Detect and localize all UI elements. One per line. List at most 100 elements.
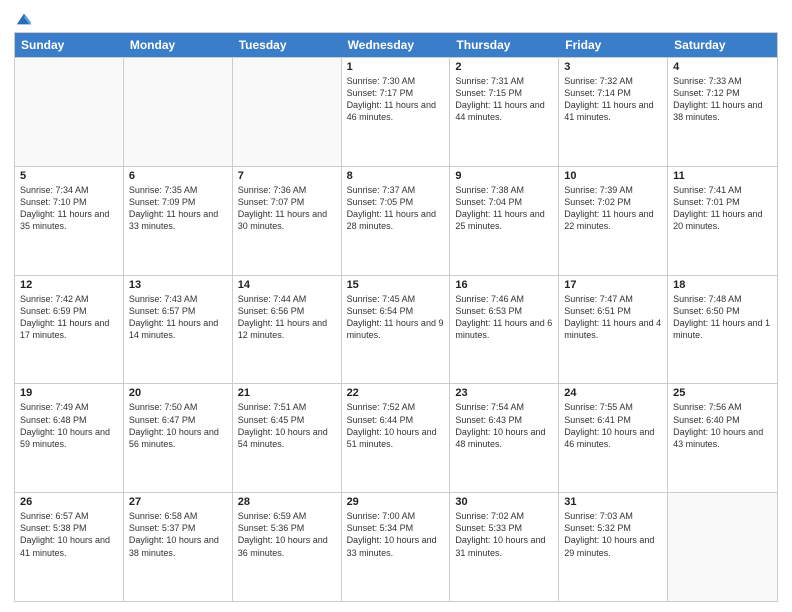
cal-header-tuesday: Tuesday [233,33,342,57]
cal-cell: 16 Sunrise: 7:46 AMSunset: 6:53 PMDayligh… [450,276,559,384]
day-number: 13 [129,279,227,291]
cell-info: Sunrise: 7:56 AMSunset: 6:40 PMDaylight:… [673,401,772,450]
cal-cell: 31 Sunrise: 7:03 AMSunset: 5:32 PMDayligh… [559,493,668,601]
day-number: 12 [20,279,118,291]
cell-info: Sunrise: 7:52 AMSunset: 6:44 PMDaylight:… [347,401,445,450]
calendar-body: 1 Sunrise: 7:30 AMSunset: 7:17 PMDaylight… [15,57,777,601]
day-number: 31 [564,496,662,508]
cell-info: Sunrise: 7:02 AMSunset: 5:33 PMDaylight:… [455,510,553,559]
cell-info: Sunrise: 7:50 AMSunset: 6:47 PMDaylight:… [129,401,227,450]
cell-info: Sunrise: 7:46 AMSunset: 6:53 PMDaylight:… [455,293,553,342]
day-number: 2 [455,61,553,73]
day-number: 29 [347,496,445,508]
cal-cell: 28Sunrise: 6:59 AMSunset: 5:36 PMDayligh… [233,493,342,601]
cal-row-1: 1 Sunrise: 7:30 AMSunset: 7:17 PMDaylight… [15,57,777,166]
cell-info: Sunrise: 7:44 AMSunset: 6:56 PMDaylight:… [238,293,336,342]
cal-cell: 24 Sunrise: 7:55 AMSunset: 6:41 PMDayligh… [559,384,668,492]
cell-info: Sunrise: 7:43 AMSunset: 6:57 PMDaylight:… [129,293,227,342]
day-number: 23 [455,387,553,399]
cal-cell: 9 Sunrise: 7:38 AMSunset: 7:04 PMDaylight… [450,167,559,275]
cal-cell: 8Sunrise: 7:37 AMSunset: 7:05 PMDaylight… [342,167,451,275]
cell-info: Sunrise: 7:35 AMSunset: 7:09 PMDaylight:… [129,184,227,233]
cal-cell: 7Sunrise: 7:36 AMSunset: 7:07 PMDaylight… [233,167,342,275]
cell-info: Sunrise: 7:54 AMSunset: 6:43 PMDaylight:… [455,401,553,450]
cal-cell: 20Sunrise: 7:50 AMSunset: 6:47 PMDayligh… [124,384,233,492]
cal-cell: 18 Sunrise: 7:48 AMSunset: 6:50 PMDayligh… [668,276,777,384]
day-number: 17 [564,279,662,291]
day-number: 30 [455,496,553,508]
cell-info: Sunrise: 7:33 AMSunset: 7:12 PMDaylight:… [673,75,772,124]
cal-cell: 15Sunrise: 7:45 AMSunset: 6:54 PMDayligh… [342,276,451,384]
header [14,10,778,24]
cell-info: Sunrise: 7:41 AMSunset: 7:01 PMDaylight:… [673,184,772,233]
cal-cell: 17 Sunrise: 7:47 AMSunset: 6:51 PMDayligh… [559,276,668,384]
cell-info: Sunrise: 7:34 AMSunset: 7:10 PMDaylight:… [20,184,118,233]
cal-cell: 4 Sunrise: 7:33 AMSunset: 7:12 PMDaylight… [668,58,777,166]
cell-info: Sunrise: 6:57 AMSunset: 5:38 PMDaylight:… [20,510,118,559]
cal-header-saturday: Saturday [668,33,777,57]
page-container: SundayMondayTuesdayWednesdayThursdayFrid… [0,0,792,612]
cell-info: Sunrise: 7:51 AMSunset: 6:45 PMDaylight:… [238,401,336,450]
cal-cell [15,58,124,166]
cal-header-friday: Friday [559,33,668,57]
day-number: 9 [455,170,553,182]
cal-cell: 10 Sunrise: 7:39 AMSunset: 7:02 PMDayligh… [559,167,668,275]
cal-header-thursday: Thursday [450,33,559,57]
day-number: 25 [673,387,772,399]
cell-info: Sunrise: 7:36 AMSunset: 7:07 PMDaylight:… [238,184,336,233]
cal-cell: 29 Sunrise: 7:00 AMSunset: 5:34 PMDayligh… [342,493,451,601]
cell-info: Sunrise: 7:31 AMSunset: 7:15 PMDaylight:… [455,75,553,124]
calendar-header: SundayMondayTuesdayWednesdayThursdayFrid… [15,33,777,57]
logo-icon [15,10,33,28]
day-number: 19 [20,387,118,399]
cal-row-5: 26 Sunrise: 6:57 AMSunset: 5:38 PMDayligh… [15,492,777,601]
cal-cell: 30 Sunrise: 7:02 AMSunset: 5:33 PMDayligh… [450,493,559,601]
cal-cell: 25 Sunrise: 7:56 AMSunset: 6:40 PMDayligh… [668,384,777,492]
cal-cell: 3 Sunrise: 7:32 AMSunset: 7:14 PMDaylight… [559,58,668,166]
cell-info: Sunrise: 6:58 AMSunset: 5:37 PMDaylight:… [129,510,227,559]
day-number: 14 [238,279,336,291]
cal-row-4: 19 Sunrise: 7:49 AMSunset: 6:48 PMDayligh… [15,383,777,492]
day-number: 10 [564,170,662,182]
cal-cell: 13 Sunrise: 7:43 AMSunset: 6:57 PMDayligh… [124,276,233,384]
cell-info: Sunrise: 7:37 AMSunset: 7:05 PMDaylight:… [347,184,445,233]
day-number: 26 [20,496,118,508]
day-number: 4 [673,61,772,73]
day-number: 11 [673,170,772,182]
day-number: 21 [238,387,336,399]
day-number: 28 [238,496,336,508]
day-number: 1 [347,61,445,73]
day-number: 15 [347,279,445,291]
cal-cell: 6Sunrise: 7:35 AMSunset: 7:09 PMDaylight… [124,167,233,275]
cell-info: Sunrise: 7:42 AMSunset: 6:59 PMDaylight:… [20,293,118,342]
cell-info: Sunrise: 7:55 AMSunset: 6:41 PMDaylight:… [564,401,662,450]
cal-cell: 19 Sunrise: 7:49 AMSunset: 6:48 PMDayligh… [15,384,124,492]
cal-row-3: 12 Sunrise: 7:42 AMSunset: 6:59 PMDayligh… [15,275,777,384]
cell-info: Sunrise: 7:03 AMSunset: 5:32 PMDaylight:… [564,510,662,559]
day-number: 3 [564,61,662,73]
cell-info: Sunrise: 7:48 AMSunset: 6:50 PMDaylight:… [673,293,772,342]
day-number: 24 [564,387,662,399]
cal-cell: 27 Sunrise: 6:58 AMSunset: 5:37 PMDayligh… [124,493,233,601]
cell-info: Sunrise: 7:32 AMSunset: 7:14 PMDaylight:… [564,75,662,124]
cell-info: Sunrise: 7:30 AMSunset: 7:17 PMDaylight:… [347,75,445,124]
day-number: 16 [455,279,553,291]
day-number: 5 [20,170,118,182]
cell-info: Sunrise: 7:47 AMSunset: 6:51 PMDaylight:… [564,293,662,342]
cal-cell [233,58,342,166]
cal-cell: 5 Sunrise: 7:34 AMSunset: 7:10 PMDaylight… [15,167,124,275]
day-number: 27 [129,496,227,508]
cell-info: Sunrise: 7:38 AMSunset: 7:04 PMDaylight:… [455,184,553,233]
cal-header-wednesday: Wednesday [342,33,451,57]
cell-info: Sunrise: 7:49 AMSunset: 6:48 PMDaylight:… [20,401,118,450]
cell-info: Sunrise: 7:00 AMSunset: 5:34 PMDaylight:… [347,510,445,559]
cal-cell [668,493,777,601]
cal-cell: 14 Sunrise: 7:44 AMSunset: 6:56 PMDayligh… [233,276,342,384]
cal-cell: 23 Sunrise: 7:54 AMSunset: 6:43 PMDayligh… [450,384,559,492]
day-number: 22 [347,387,445,399]
cell-info: Sunrise: 7:39 AMSunset: 7:02 PMDaylight:… [564,184,662,233]
day-number: 18 [673,279,772,291]
cal-cell: 11 Sunrise: 7:41 AMSunset: 7:01 PMDayligh… [668,167,777,275]
cal-row-2: 5 Sunrise: 7:34 AMSunset: 7:10 PMDaylight… [15,166,777,275]
logo [14,10,33,24]
